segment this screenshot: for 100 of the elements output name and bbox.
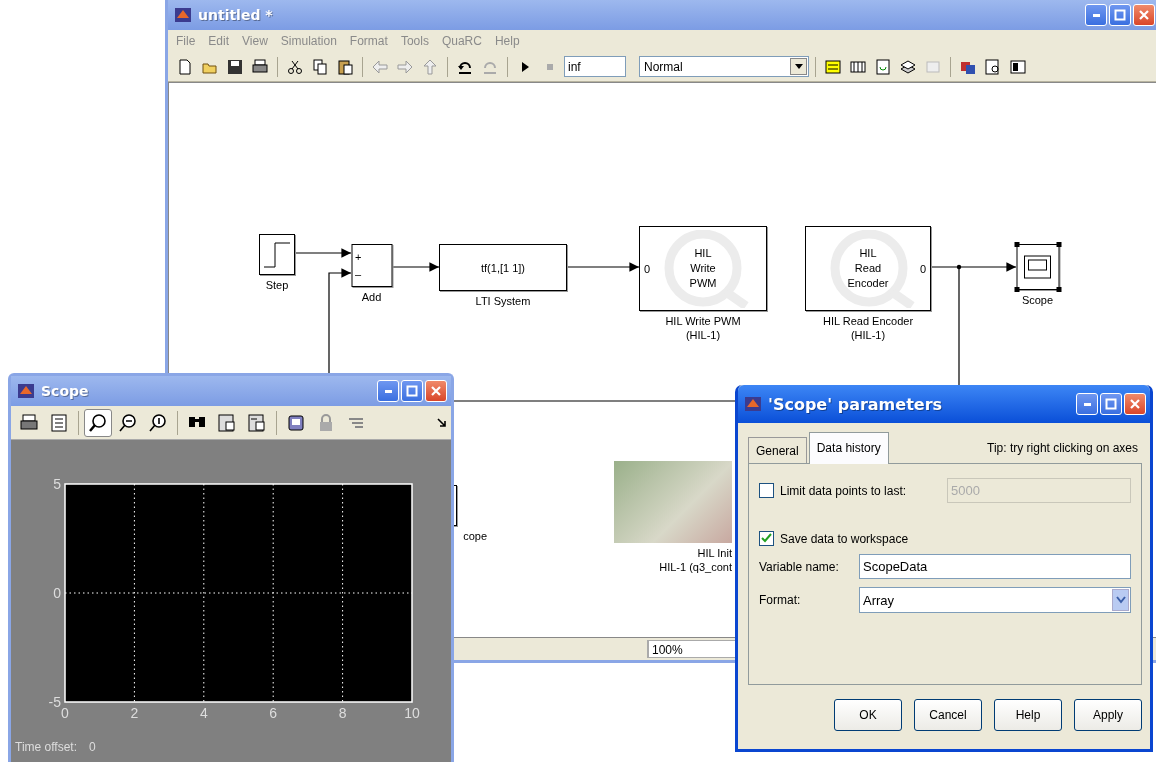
forward-arrow-icon [397, 58, 413, 75]
minimize-icon [1083, 402, 1091, 406]
window-title: Scope [41, 383, 90, 399]
checkbox-label: Limit data points to last: [780, 483, 907, 498]
block-label: LTI System [475, 294, 531, 308]
maximize-button[interactable] [401, 380, 423, 402]
tab[interactable]: General [748, 437, 807, 463]
block-label: HIL Read Encoder (HIL-1) [822, 314, 914, 342]
save-axes-icon [217, 412, 237, 433]
grid-icon [850, 58, 866, 75]
minimize-button[interactable] [1076, 393, 1098, 415]
back-arrow-icon [372, 58, 388, 75]
time-offset-value: 0 [89, 740, 96, 754]
zoom-y-icon [148, 412, 168, 433]
port-sign: – [355, 269, 362, 280]
close-button[interactable] [1133, 4, 1155, 26]
checkbox[interactable] [759, 531, 774, 546]
chevron-down-icon [1115, 596, 1126, 604]
port-label: 0 [919, 262, 926, 275]
caret-icon [794, 63, 803, 70]
close-button[interactable] [425, 380, 447, 402]
close-button[interactable] [1124, 393, 1146, 415]
format-dropdown[interactable]: Array [859, 587, 1131, 613]
block-label: Step [265, 278, 289, 292]
dialog-button[interactable]: Apply [1074, 699, 1142, 731]
app-icon [744, 395, 762, 413]
disabled-tool-icon [925, 58, 941, 75]
app-icon [174, 6, 192, 24]
tick-label: 10 [404, 705, 420, 721]
tick-label: 0 [61, 705, 69, 721]
check-icon [761, 533, 772, 544]
block-label: HIL Init HIL-1 (q3_cont [659, 546, 732, 574]
dropdown-value: Array [863, 592, 896, 608]
close-icon [430, 385, 442, 397]
input-field[interactable]: ScopeData [859, 554, 1131, 579]
minimize-icon [384, 389, 392, 393]
tick-label: 2 [130, 705, 139, 721]
minimize-icon [1092, 13, 1100, 17]
simulation-mode-dropdown[interactable]: Normal [639, 56, 809, 77]
maximize-icon [1105, 398, 1117, 410]
app-icon [17, 382, 35, 400]
scissors-icon [287, 58, 303, 75]
port-label: 0 [644, 262, 651, 275]
print-icon [252, 58, 268, 75]
floating-scope-icon [286, 412, 306, 433]
tick-label: -5 [48, 694, 61, 710]
checkbox-label: Save data to workspace [780, 531, 909, 546]
minimize-button[interactable] [377, 380, 399, 402]
copy-icon [312, 58, 328, 75]
field-label: Variable name: [759, 559, 840, 574]
tick-label: 8 [338, 705, 347, 721]
dialog-button[interactable]: OK [834, 699, 902, 731]
zoom-level: 100% [648, 640, 738, 658]
window-title: untitled * [198, 7, 274, 23]
zoom-icon [88, 412, 108, 433]
close-icon [1129, 398, 1141, 410]
panel-icon [1010, 58, 1026, 75]
paste-icon [337, 58, 353, 75]
block-text: HIL Write PWM [689, 246, 717, 291]
zoom-button[interactable] [84, 408, 112, 437]
minimize-button[interactable] [1085, 4, 1107, 26]
dialog-button[interactable]: Help [994, 699, 1062, 731]
tab[interactable]: Data history [808, 432, 889, 464]
dropdown-value: Normal [643, 59, 684, 74]
zoom-x-icon [118, 412, 138, 433]
save-icon [227, 58, 243, 75]
port-sign: + [355, 252, 362, 263]
stop-time-field[interactable]: inf [564, 56, 626, 77]
parameters-icon [49, 412, 69, 433]
branch-point [956, 264, 962, 270]
layers-icon [900, 58, 916, 75]
tick-label: 4 [199, 705, 208, 721]
field-label: Format: [759, 593, 802, 607]
up-arrow-icon [422, 58, 438, 75]
maximize-icon [1114, 9, 1126, 21]
block-label: Scope [1021, 293, 1054, 307]
library-icon [825, 58, 841, 75]
tick-label: 5 [53, 476, 61, 492]
refresh-icon [875, 58, 891, 75]
block-label: cope [463, 529, 487, 543]
maximize-button[interactable] [1100, 393, 1122, 415]
dialog-button[interactable]: Cancel [914, 699, 982, 731]
tick-label: 6 [269, 705, 278, 721]
restore-axes-icon [247, 412, 267, 433]
block-text: HIL Read Encoder [847, 246, 889, 291]
inspect-icon [985, 58, 1001, 75]
tip-text: Tip: try right clicking on axes [987, 441, 1139, 457]
expand-arrow-icon [437, 417, 447, 428]
transfer-function-block: tf(1,[1 1]) [439, 244, 567, 291]
time-offset-label: Time offset: [15, 740, 78, 754]
screen-icon [1023, 255, 1052, 279]
window-title: 'Scope' parameters [768, 394, 944, 414]
tick-label: 0 [53, 585, 61, 601]
maximize-icon [406, 385, 418, 397]
new-document-icon [177, 58, 193, 75]
print-icon [19, 412, 39, 433]
block-label: HIL Write PWM (HIL-1) [665, 314, 741, 342]
block-label: Add [361, 290, 382, 304]
close-icon [1138, 9, 1150, 21]
maximize-button[interactable] [1109, 4, 1131, 26]
